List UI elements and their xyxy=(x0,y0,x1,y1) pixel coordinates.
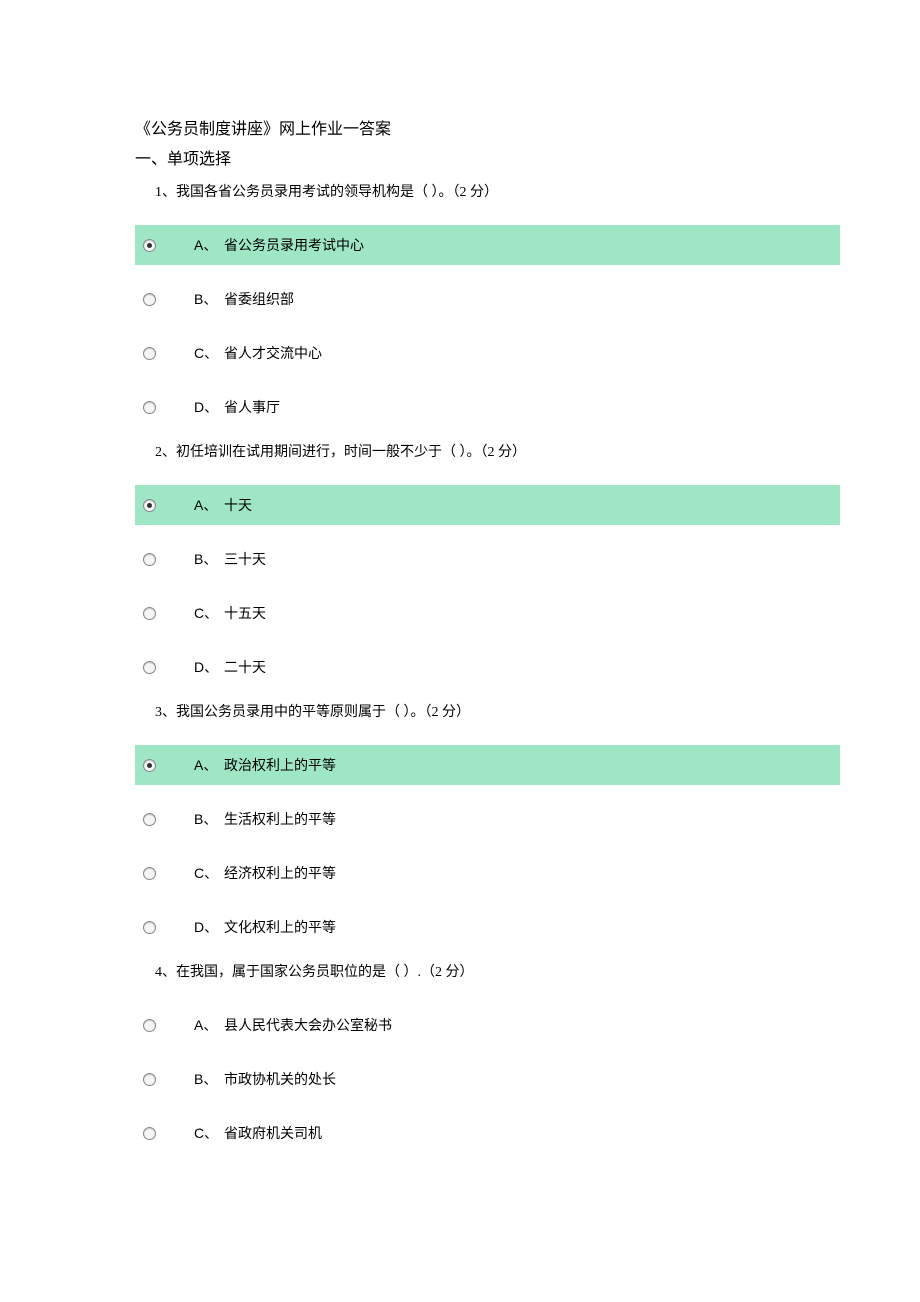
radio-icon[interactable] xyxy=(143,499,156,512)
radio-icon[interactable] xyxy=(143,607,156,620)
option-text: 文化权利上的平等 xyxy=(224,917,336,937)
option-letter: B、 xyxy=(194,809,220,829)
option-row[interactable]: C、十五天 xyxy=(135,593,880,633)
option-row[interactable]: B、省委组织部 xyxy=(135,279,880,319)
radio-icon[interactable] xyxy=(143,661,156,674)
option-letter: A、 xyxy=(194,235,220,255)
option-text: 省政府机关司机 xyxy=(224,1123,322,1143)
option-row[interactable]: A、十天 xyxy=(135,485,840,525)
option-row[interactable]: D、二十天 xyxy=(135,647,880,687)
radio-icon[interactable] xyxy=(143,1073,156,1086)
option-row[interactable]: B、生活权利上的平等 xyxy=(135,799,880,839)
option-letter: A、 xyxy=(194,755,220,775)
option-letter: D、 xyxy=(194,917,220,937)
radio-icon[interactable] xyxy=(143,759,156,772)
radio-icon[interactable] xyxy=(143,347,156,360)
option-text: 政治权利上的平等 xyxy=(224,755,336,775)
option-row[interactable]: A、政治权利上的平等 xyxy=(135,745,840,785)
option-row[interactable]: C、经济权利上的平等 xyxy=(135,853,880,893)
option-text: 省人事厅 xyxy=(224,397,280,417)
questions-list: 1、我国各省公务员录用考试的领导机构是（ ）。（2 分）A、省公务员录用考试中心… xyxy=(135,181,880,1153)
option-text: 十五天 xyxy=(224,603,266,623)
option-text: 十天 xyxy=(224,495,252,515)
radio-icon[interactable] xyxy=(143,921,156,934)
question-text: 4、在我国，属于国家公务员职位的是（ ）.（2 分） xyxy=(135,961,880,981)
radio-icon[interactable] xyxy=(143,1019,156,1032)
question-block: 4、在我国，属于国家公务员职位的是（ ）.（2 分） A、县人民代表大会办公室秘书… xyxy=(135,961,880,1153)
option-letter: A、 xyxy=(194,1015,220,1035)
option-row[interactable]: C、省政府机关司机 xyxy=(135,1113,880,1153)
option-text: 省人才交流中心 xyxy=(224,343,322,363)
option-row[interactable]: B、市政协机关的处长 xyxy=(135,1059,880,1099)
option-text: 省公务员录用考试中心 xyxy=(224,235,364,255)
radio-icon[interactable] xyxy=(143,813,156,826)
option-text: 经济权利上的平等 xyxy=(224,863,336,883)
option-row[interactable]: A、省公务员录用考试中心 xyxy=(135,225,840,265)
option-text: 二十天 xyxy=(224,657,266,677)
question-text: 1、我国各省公务员录用考试的领导机构是（ ）。（2 分） xyxy=(135,181,880,201)
radio-icon[interactable] xyxy=(143,1127,156,1140)
option-letter: C、 xyxy=(194,1123,220,1143)
radio-icon[interactable] xyxy=(143,867,156,880)
radio-icon[interactable] xyxy=(143,401,156,414)
page-container: 《公务员制度讲座》网上作业一答案 一、单项选择 1、我国各省公务员录用考试的领导… xyxy=(0,115,920,1153)
question-text: 2、初任培训在试用期间进行，时间一般不少于（ ）。（2 分） xyxy=(135,441,880,461)
question-text: 3、我国公务员录用中的平等原则属于（ ）。（2 分） xyxy=(135,701,880,721)
document-title: 《公务员制度讲座》网上作业一答案 xyxy=(135,115,880,139)
option-text: 三十天 xyxy=(224,549,266,569)
option-letter: C、 xyxy=(194,603,220,623)
option-row[interactable]: D、文化权利上的平等 xyxy=(135,907,880,947)
option-text: 县人民代表大会办公室秘书 xyxy=(224,1015,392,1035)
option-letter: B、 xyxy=(194,1069,220,1089)
option-row[interactable]: A、县人民代表大会办公室秘书 xyxy=(135,1005,880,1045)
radio-icon[interactable] xyxy=(143,553,156,566)
option-text: 省委组织部 xyxy=(224,289,294,309)
radio-icon[interactable] xyxy=(143,293,156,306)
option-row[interactable]: C、省人才交流中心 xyxy=(135,333,880,373)
option-letter: D、 xyxy=(194,397,220,417)
question-block: 2、初任培训在试用期间进行，时间一般不少于（ ）。（2 分） A、十天 B、三十天 C… xyxy=(135,441,880,687)
section-heading: 一、单项选择 xyxy=(135,145,880,169)
option-text: 生活权利上的平等 xyxy=(224,809,336,829)
option-letter: D、 xyxy=(194,657,220,677)
radio-icon[interactable] xyxy=(143,239,156,252)
option-text: 市政协机关的处长 xyxy=(224,1069,336,1089)
option-row[interactable]: B、三十天 xyxy=(135,539,880,579)
option-letter: B、 xyxy=(194,289,220,309)
option-row[interactable]: D、省人事厅 xyxy=(135,387,880,427)
option-letter: B、 xyxy=(194,549,220,569)
option-letter: C、 xyxy=(194,863,220,883)
option-letter: A、 xyxy=(194,495,220,515)
question-block: 3、我国公务员录用中的平等原则属于（ ）。（2 分） A、政治权利上的平等 B、生活… xyxy=(135,701,880,947)
option-letter: C、 xyxy=(194,343,220,363)
question-block: 1、我国各省公务员录用考试的领导机构是（ ）。（2 分） A、省公务员录用考试中心… xyxy=(135,181,880,427)
